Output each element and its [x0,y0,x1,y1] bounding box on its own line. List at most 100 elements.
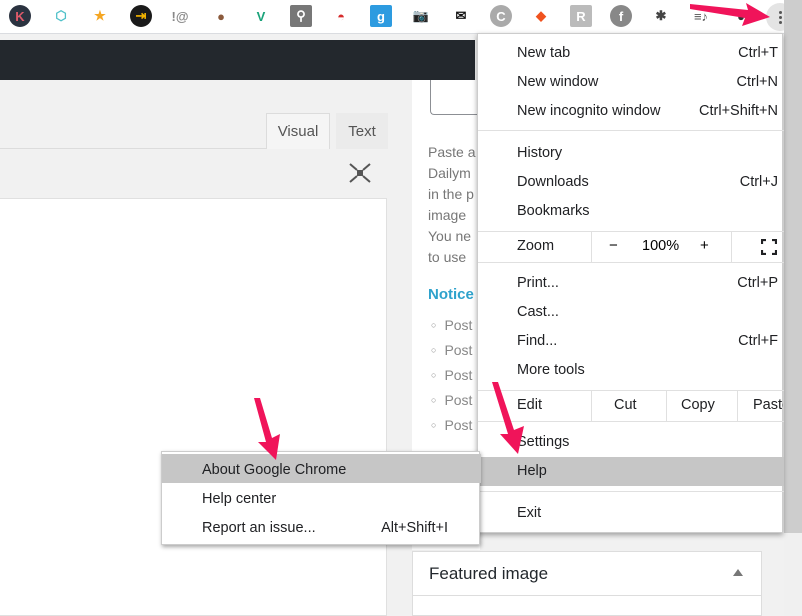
hubspot-extension-icon[interactable]: ⚲ [290,5,312,27]
menu-item-print[interactable]: Print... Ctrl+P [478,269,784,298]
list-item: Post [431,317,476,333]
divider [731,232,732,262]
media-control-icon[interactable]: ≡♪ [690,5,712,27]
fox-extension-icon[interactable]: ◆ [530,5,552,27]
menu-item-label: Find... [517,333,558,349]
menu-item-help[interactable]: Help [478,457,784,486]
v-extension-icon[interactable]: V [250,5,272,27]
featured-image-title: Featured image [429,564,549,583]
divider [666,391,667,421]
dot [778,15,782,19]
divider [591,391,592,421]
pokeball-extension-icon[interactable]: ◓ [330,5,352,27]
menu-separator [478,491,784,492]
featured-image-panel: Featured image [412,551,762,616]
menu-item-label: Settings [517,434,570,450]
menu-item-shortcut: Ctrl+J [739,174,778,190]
menu-item-label: Print... [517,275,559,291]
divider [737,391,738,421]
menu-item-new-tab[interactable]: New tab Ctrl+T [478,39,784,68]
menu-item-label: Exit [517,505,542,521]
notice-heading: Notice [428,286,474,303]
seo-extension-icon[interactable]: !@ [169,5,191,27]
list-item: Post [431,417,476,433]
menu-item-shortcut: Ctrl+P [737,275,778,291]
chrome-main-menu: New tab Ctrl+T New window Ctrl+N New inc… [477,33,784,533]
zoom-in-button[interactable]: + [700,237,709,254]
menu-item-label: Report an issue... [202,520,316,536]
menu-item-bookmarks[interactable]: Bookmarks [478,197,784,226]
tab-visual[interactable]: Visual [266,113,330,149]
facebook-extension-icon[interactable]: f [610,5,632,27]
menu-item-downloads[interactable]: Downloads Ctrl+J [478,168,784,197]
menu-item-help-center[interactable]: Help center [162,483,481,512]
list-item: Post [431,392,476,408]
menu-separator [478,421,784,422]
menu-item-new-incognito[interactable]: New incognito window Ctrl+Shift+N [478,97,784,126]
browser-toolbar: K ⬡ ★ ⇥ !@ ● V ⚲ ◓ g 📷 ✉ C ◆ Rf ✱ ≡♪ ● [0,0,802,34]
description-line: image [428,207,467,223]
r-extension-icon[interactable]: R [570,5,592,27]
menu-item-label: History [517,145,563,161]
fullscreen-icon[interactable] [761,239,777,255]
list-item: Post [431,367,476,383]
message-extension-icon[interactable]: ✉ [450,5,472,27]
puzzle-extensions-icon[interactable]: ✱ [650,5,672,27]
k-extension-icon[interactable]: K [9,5,31,27]
menu-item-label: Downloads [517,174,589,190]
edit-label: Edit [517,397,542,413]
camera-extension-icon[interactable]: 📷 [410,5,432,27]
scrollbar-lower [784,533,802,616]
dot [778,20,782,24]
tab-text[interactable]: Text [336,113,388,149]
description-line: to use [428,249,467,265]
menu-item-new-window[interactable]: New window Ctrl+N [478,68,784,97]
menu-item-settings[interactable]: Settings [478,428,784,457]
menu-item-label: Help center [202,491,277,507]
profile-avatar-icon[interactable]: ● [730,5,752,27]
divider [0,148,266,149]
description-line: Paste a [428,144,476,160]
cut-button[interactable]: Cut [614,397,637,413]
menu-item-cast[interactable]: Cast... [478,298,784,327]
menu-item-shortcut: Ctrl+N [736,74,779,90]
menu-item-more-tools[interactable]: More tools [478,356,784,385]
description-line: Dailym [428,165,471,181]
divider [591,232,592,262]
zoom-out-button[interactable]: − [609,237,618,254]
g-extension-icon[interactable]: g [370,5,392,27]
menu-item-shortcut: Ctrl+T [738,45,778,61]
zoom-label: Zoom [517,238,555,254]
menu-item-about-chrome[interactable]: About Google Chrome [162,454,481,483]
menu-item-label: Help [517,463,547,479]
menu-item-label: New incognito window [517,103,661,119]
distraction-free-icon[interactable] [348,162,372,184]
arrow-extension-icon[interactable]: ⇥ [130,5,152,27]
menu-separator [478,262,784,263]
menu-item-find[interactable]: Find... Ctrl+F [478,327,784,356]
menu-item-report-issue[interactable]: Report an issue... Alt+Shift+I [162,512,481,541]
divider [413,595,761,596]
menu-item-label: New window [517,74,599,90]
menu-item-shortcut: Ctrl+Shift+N [699,103,778,119]
scrollbar-track[interactable] [784,0,802,533]
paste-button[interactable]: Paste [753,397,783,413]
menu-item-exit[interactable]: Exit [478,499,784,528]
edit-row: Edit Cut Copy Paste [478,391,784,421]
help-submenu: About Google Chrome Help center Report a… [161,451,481,545]
menu-item-shortcut: Alt+Shift+I [381,520,448,536]
menu-item-history[interactable]: History [478,139,784,168]
web-extension-icon[interactable]: ⬡ [50,5,72,27]
editor-content-area[interactable] [0,198,387,616]
menu-item-label: About Google Chrome [202,462,347,478]
cookie-extension-icon[interactable]: ● [210,5,232,27]
c-extension-icon[interactable]: C [490,5,512,27]
admin-bar [0,40,475,80]
copy-button[interactable]: Copy [681,397,715,413]
dot [778,10,782,14]
menu-item-label: Cast... [517,304,559,320]
collapse-arrow-icon[interactable] [733,569,743,576]
zoom-row: Zoom − 100% + [478,232,784,262]
menu-item-label: Bookmarks [517,203,590,219]
star-extension-icon[interactable]: ★ [89,5,111,27]
